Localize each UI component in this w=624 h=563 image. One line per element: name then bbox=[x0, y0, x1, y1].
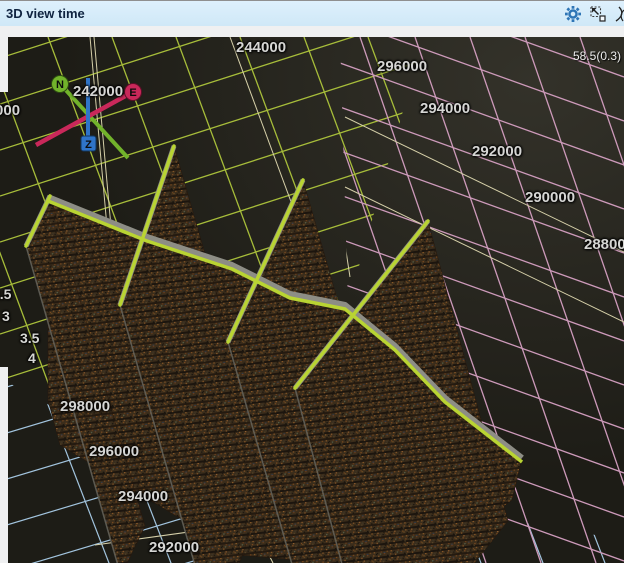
titlebar-toolbar bbox=[565, 4, 624, 24]
settings-gear-icon[interactable] bbox=[565, 6, 581, 22]
compass-letter: N bbox=[56, 79, 64, 91]
compass-letter: E bbox=[129, 87, 136, 99]
3d-view-canvas[interactable]: NEZ 58.5(0.3) 246000 244000 242000 24000… bbox=[0, 37, 624, 563]
3d-viewport[interactable]: N E Z bbox=[0, 37, 624, 563]
edge-tool-partial-icon[interactable] bbox=[615, 6, 624, 22]
window-margin bbox=[0, 367, 8, 563]
hud-reading: 58.5(0.3) bbox=[572, 49, 621, 63]
window-margin bbox=[0, 37, 8, 92]
window-title: 3D view time bbox=[6, 6, 85, 21]
window-titlebar: 3D view time bbox=[0, 0, 624, 26]
dock-restore-icon[interactable] bbox=[590, 6, 606, 22]
compass-letter: Z bbox=[85, 139, 92, 151]
